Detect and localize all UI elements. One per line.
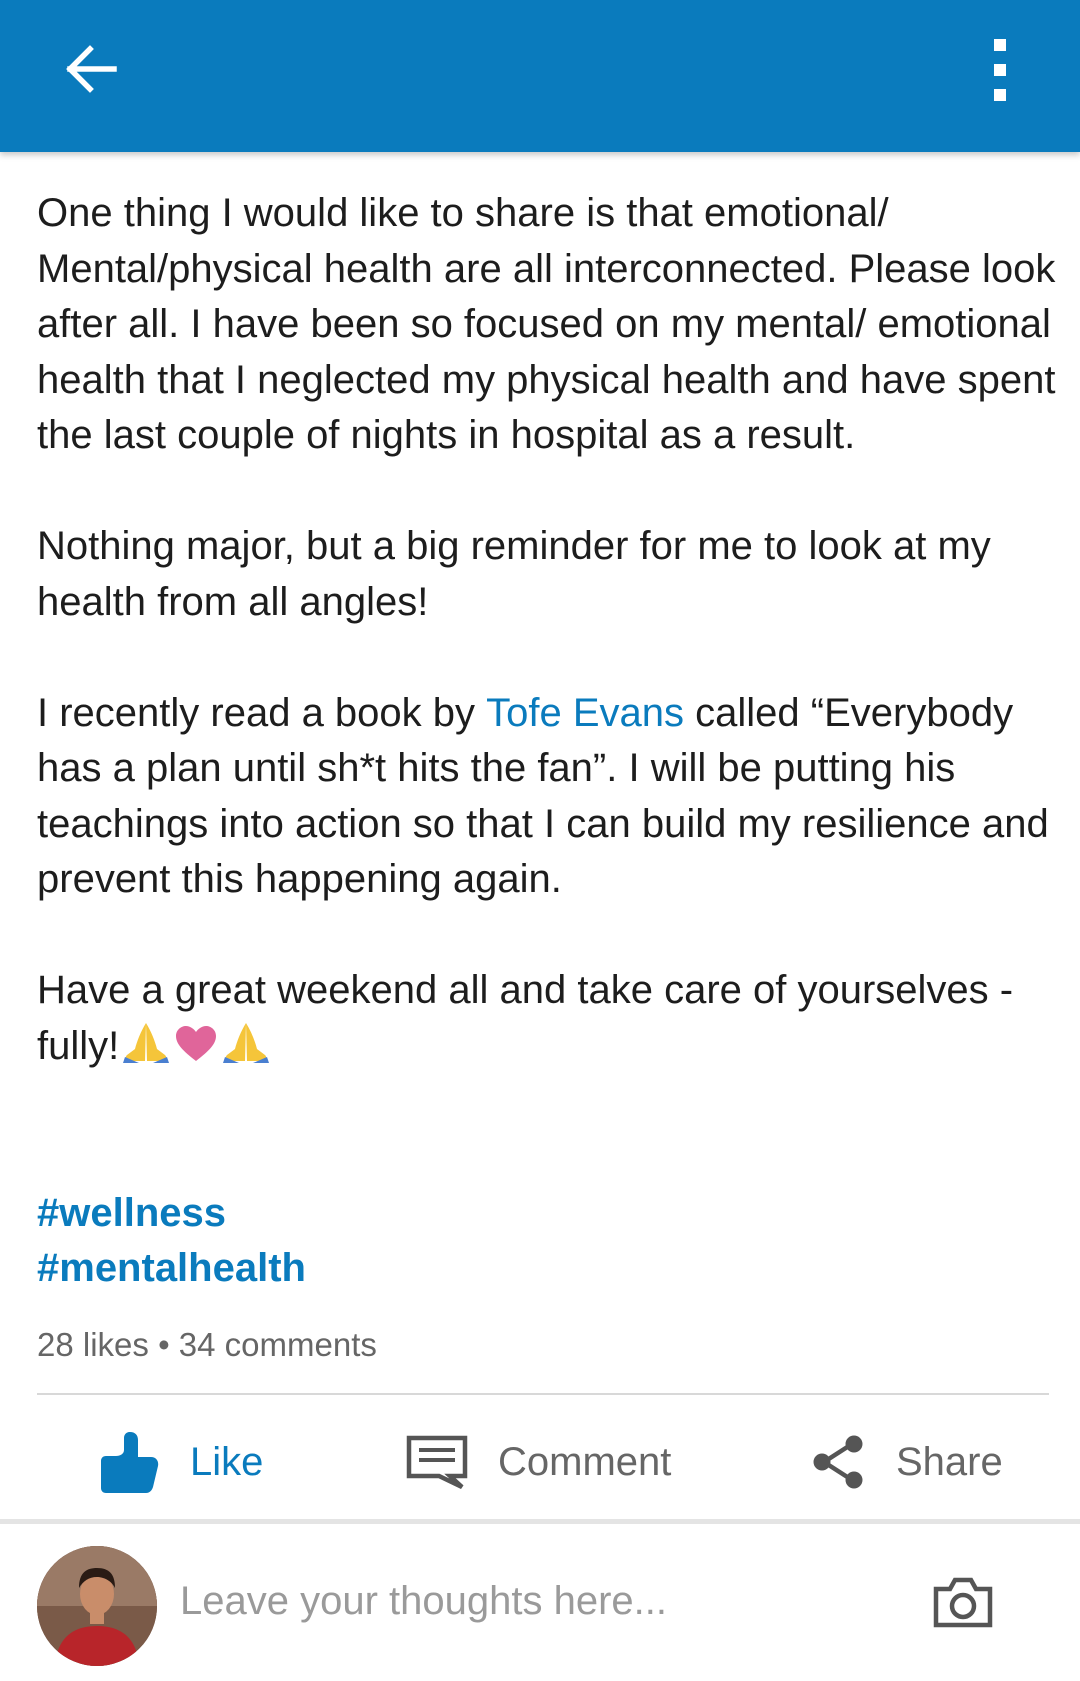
hashtag-link[interactable]: #wellness: [37, 1186, 306, 1241]
app-bar: [0, 0, 1080, 152]
thumbs-up-icon: [101, 1432, 159, 1493]
share-button[interactable]: Share: [810, 1412, 1003, 1512]
heart-icon: [176, 1025, 217, 1061]
share-label: Share: [896, 1439, 1003, 1484]
avatar[interactable]: [37, 1546, 157, 1666]
likes-count[interactable]: 28 likes: [37, 1326, 149, 1363]
comment-label: Comment: [498, 1439, 672, 1484]
back-button[interactable]: [50, 36, 130, 102]
like-button[interactable]: Like: [100, 1412, 263, 1512]
action-bar: Like Comment Share: [0, 1412, 1080, 1512]
comment-icon: [406, 1435, 468, 1489]
comment-button[interactable]: Comment: [406, 1412, 671, 1512]
mention-link[interactable]: Tofe Evans: [486, 691, 684, 735]
praying-hands-icon: [223, 1022, 270, 1063]
profile-photo: [37, 1546, 157, 1666]
comment-composer: [0, 1524, 1080, 1681]
stats-separator: •: [158, 1326, 170, 1363]
more-vertical-icon: [994, 39, 1006, 101]
share-icon: [813, 1435, 863, 1489]
more-options-button[interactable]: [970, 30, 1030, 110]
paragraph-text: I recently read a book by: [37, 690, 487, 735]
post-paragraph: Have a great weekend all and take care o…: [37, 963, 1057, 1074]
comments-count[interactable]: 34 comments: [179, 1326, 377, 1363]
camera-button[interactable]: [928, 1570, 998, 1634]
post-paragraph: One thing I would like to share is that …: [37, 191, 1056, 457]
praying-hands-icon: [123, 1022, 170, 1063]
post-body: One thing I would like to share is that …: [37, 186, 1057, 1074]
like-label: Like: [190, 1439, 264, 1484]
post-stats: 28 likes • 34 comments: [37, 1326, 377, 1364]
post-paragraph: I recently read a book by Tofe Evans cal…: [37, 686, 1057, 908]
comment-input[interactable]: [180, 1566, 880, 1636]
post-paragraph: Nothing major, but a big reminder for me…: [37, 524, 991, 624]
hashtag-link[interactable]: #mentalhealth: [37, 1241, 306, 1296]
camera-icon: [933, 1577, 993, 1628]
divider: [37, 1393, 1049, 1395]
arrow-left-icon: [66, 45, 117, 93]
hashtag-list: #wellness #mentalhealth: [37, 1186, 306, 1296]
